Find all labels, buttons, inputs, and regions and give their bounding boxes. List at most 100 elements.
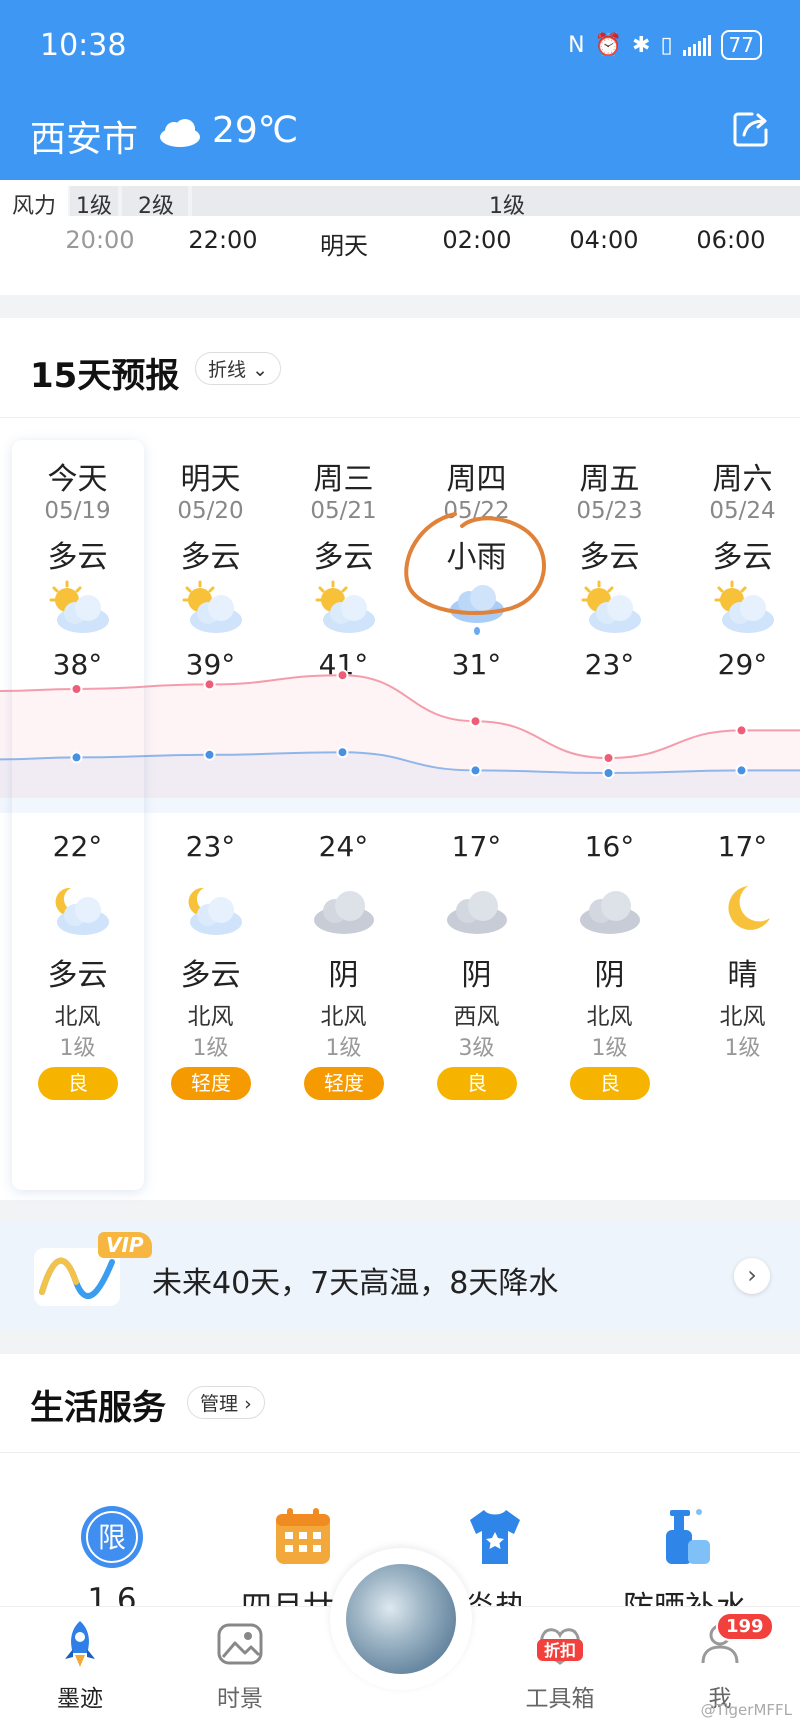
wind-level: 2级	[138, 194, 174, 219]
traffic-limit-icon: 限	[81, 1506, 143, 1568]
service-item-traffic-limit[interactable]: 限 1 6	[17, 1504, 207, 1618]
wind-level: 3级	[458, 1036, 495, 1061]
bluetooth-icon: ✱	[632, 32, 651, 58]
day-condition: 多云	[712, 540, 773, 575]
chevron-right-icon: ›	[244, 1393, 252, 1415]
wind-level-row: 风力 1级 2级 1级	[0, 186, 800, 219]
high-temp-label: 38°	[52, 648, 103, 681]
day-condition: 多云	[579, 540, 640, 575]
nav-item-scenery[interactable]: 时景	[180, 1619, 300, 1713]
forecast-day-column[interactable]: 今天 05/19 多云 38° 22° 多云 北风 1级良	[11, 440, 144, 1190]
hour-label: 22:00	[188, 226, 258, 254]
day-label: 周六	[712, 462, 773, 497]
wind-level: 1级	[59, 1036, 96, 1061]
long-range-forecast-banner[interactable]: VIP 未来40天，7天高温，8天降水 ›	[0, 1222, 800, 1330]
nav-label: 时景	[217, 1686, 263, 1712]
calendar-icon	[276, 1508, 330, 1564]
manage-label: 管理	[200, 1393, 239, 1415]
low-temp-label: 17°	[451, 830, 502, 863]
wind-level: 1级	[76, 194, 112, 219]
battery-indicator: 77	[720, 30, 762, 60]
city-name[interactable]: 西安市	[30, 110, 138, 162]
weather-app-screen: 10:38 N ⏰ ✱ ▯ 77 西安市 29℃ 风力 1级 2级 1级 20:…	[0, 0, 800, 1727]
weather-scene-button[interactable]	[346, 1564, 456, 1674]
signal-icon	[682, 34, 711, 56]
forecast-day-column[interactable]: 周五 05/23 多云 23° 16° 阴北风 1级良	[543, 440, 676, 1190]
share-icon[interactable]	[730, 108, 772, 150]
cloud-icon	[447, 891, 507, 934]
day-condition: 小雨	[446, 540, 507, 575]
day-label: 周五	[579, 462, 640, 497]
moon-icon	[728, 886, 770, 930]
light-rain-icon	[450, 585, 504, 635]
status-icons: N ⏰ ✱ ▯ 77	[568, 30, 762, 60]
partly-cloudy-sun-icon	[581, 580, 641, 633]
night-condition: 阴	[594, 958, 625, 993]
divider	[0, 1452, 800, 1453]
partly-cloudy-sun-icon	[49, 580, 109, 633]
partly-cloudy-sun-icon	[714, 580, 774, 633]
wind-level: 1级	[591, 1036, 628, 1061]
date-label: 05/21	[310, 498, 377, 524]
wind-level: 1级	[325, 1036, 362, 1061]
night-condition: 多云	[180, 958, 241, 993]
forecast-title: 15天预报	[30, 356, 180, 396]
hour-label: 明天	[320, 232, 368, 260]
wind-direction: 北风	[54, 1004, 101, 1030]
day-label: 明天	[180, 462, 241, 497]
wind-direction: 北风	[187, 1004, 234, 1030]
chevron-right-icon[interactable]: ›	[734, 1258, 770, 1294]
manage-button[interactable]: 管理 ›	[187, 1386, 265, 1419]
svg-text:限: 限	[98, 1521, 126, 1554]
day-condition: 多云	[180, 540, 241, 575]
notification-badge: 199	[716, 1612, 774, 1641]
forecast-day-column[interactable]: 周四 05/22 小雨 31° 17° 阴西风 3级良	[410, 440, 543, 1190]
wind-label: 风力	[12, 194, 57, 219]
chevron-down-icon: ⌄	[252, 359, 268, 381]
low-temp-label: 17°	[717, 830, 768, 863]
wind-level: 1级	[489, 194, 525, 219]
aqi-badge: 轻度	[304, 1067, 384, 1100]
wind-level: 1级	[724, 1036, 761, 1061]
cloud-icon	[580, 891, 640, 934]
tshirt-icon	[470, 1510, 520, 1564]
day-label: 今天	[47, 462, 108, 497]
divider	[0, 417, 800, 418]
vibrate-icon: ▯	[660, 32, 673, 58]
partly-cloudy-moon-icon	[55, 887, 109, 935]
status-time: 10:38	[40, 28, 127, 63]
nav-item-toolbox[interactable]: 折扣 工具箱	[500, 1619, 620, 1713]
low-temp-label: 24°	[318, 830, 369, 863]
photo-icon	[217, 1623, 263, 1665]
nav-label: 工具箱	[525, 1686, 595, 1712]
day-condition: 多云	[313, 540, 374, 575]
aqi-badge: 良	[38, 1067, 118, 1100]
life-services-title: 生活服务	[30, 1388, 166, 1428]
nav-item-moji[interactable]: 墨迹	[20, 1619, 140, 1713]
day-label: 周四	[446, 462, 507, 497]
wind-direction: 北风	[719, 1004, 766, 1030]
partly-cloudy-moon-icon	[188, 887, 242, 935]
chart-mode-toggle[interactable]: 折线 ⌄	[195, 352, 281, 385]
forecast-card: 15天预报 折线 ⌄ 今天 05/19 多云 38° 22° 多云 北风 1级良明天 05/20…	[0, 318, 800, 1200]
low-temp-label: 23°	[185, 830, 236, 863]
aqi-badge: 良	[570, 1067, 650, 1100]
day-condition: 多云	[47, 540, 108, 575]
partly-cloudy-sun-icon	[182, 580, 242, 633]
low-temp-label: 22°	[52, 830, 103, 863]
hour-label: 02:00	[442, 226, 512, 254]
date-label: 05/23	[576, 498, 643, 524]
aqi-badge: 良	[437, 1067, 517, 1100]
hourly-wind-strip[interactable]: 风力 1级 2级 1级 20:00 22:00 明天 02:00 04:00 0…	[0, 180, 800, 295]
night-condition: 阴	[461, 958, 492, 993]
forecast-day-column[interactable]: 周六 05/24 多云 29° 17° 晴北风 1级	[676, 440, 800, 1190]
date-label: 05/22	[443, 498, 510, 524]
nfc-icon: N	[568, 32, 585, 58]
toolbox-icon: 折扣	[537, 1628, 583, 1665]
rocket-icon	[65, 1621, 95, 1667]
forecast-day-column[interactable]: 明天 05/20 多云 39° 23° 多云 北风 1级 轻度	[144, 440, 277, 1190]
cloud-icon	[314, 891, 374, 934]
hour-label: 06:00	[696, 226, 766, 254]
forecast-day-column[interactable]: 周三 05/21 多云 41° 24° 阴北风 1级 轻度	[277, 440, 410, 1190]
current-temperature: 29℃	[212, 110, 299, 151]
